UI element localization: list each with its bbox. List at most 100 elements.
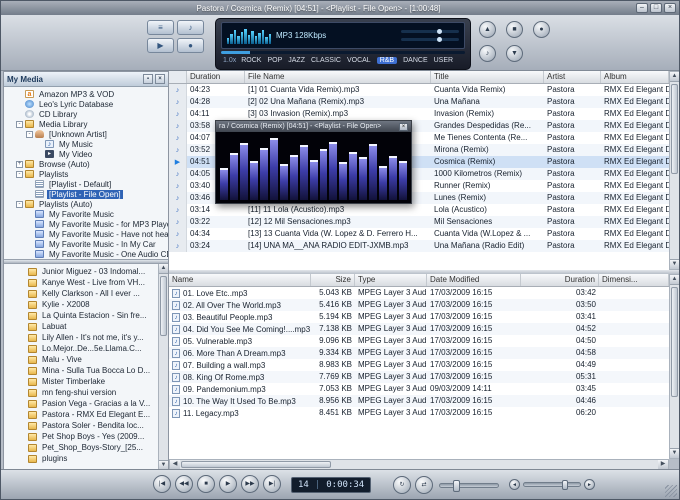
column-date-modified[interactable]: Date Modified — [427, 274, 521, 286]
eq-preset-button[interactable]: DANCE — [403, 57, 428, 64]
tree-item[interactable]: - Playlists (Auto) — [4, 199, 168, 209]
expander-icon[interactable]: + — [16, 161, 23, 168]
folder-item[interactable]: Pet Shop Boys - Yes (2009... — [4, 431, 168, 442]
column-album[interactable]: Album — [601, 71, 669, 83]
tree-item[interactable]: My Favorite Music - for MP3 Player (I ne… — [4, 219, 168, 229]
scroll-thumb[interactable] — [671, 84, 678, 174]
eq-preset-button[interactable]: VOCAL — [347, 57, 371, 64]
expander-icon[interactable]: - — [16, 171, 23, 178]
player-function-button[interactable]: ■ — [506, 21, 523, 38]
column-name[interactable]: Name — [169, 274, 311, 286]
toolbar-button[interactable]: ▶ — [147, 38, 174, 53]
toolbar-button[interactable]: ≡ — [147, 20, 174, 35]
folder-item[interactable]: Pasion Vega - Gracias a la V... — [4, 398, 168, 409]
eq-preset-button[interactable]: USER — [434, 57, 453, 64]
folder-item[interactable]: La Quinta Estacion - Sin fre... — [4, 310, 168, 321]
tree-item[interactable]: Amazon MP3 & VOD — [4, 89, 168, 99]
eq-preset-button[interactable]: ROCK — [241, 57, 261, 64]
toolbar-button[interactable]: ● — [177, 38, 204, 53]
scroll-down-arrow[interactable]: ▼ — [670, 448, 679, 458]
tree-item[interactable]: My Music — [4, 139, 168, 149]
folder-item[interactable]: Mister Timberlake — [4, 376, 168, 387]
folder-item[interactable]: Pastora - RMX Ed Elegant E... — [4, 409, 168, 420]
eq-preset-button[interactable]: CLASSIC — [311, 57, 341, 64]
scroll-thumb[interactable] — [671, 287, 678, 397]
folder-item[interactable]: Lo.Mejor..De...5e.Llama.C... — [4, 343, 168, 354]
scroll-right-arrow[interactable]: ▶ — [658, 460, 668, 469]
expander-icon[interactable]: - — [26, 131, 33, 138]
slider-thumb[interactable] — [453, 480, 460, 492]
transport-button[interactable]: ■ — [197, 475, 215, 493]
tree-item[interactable]: My Video — [4, 149, 168, 159]
maximize-button[interactable]: □ — [650, 3, 662, 13]
volume-slider[interactable] — [523, 482, 581, 487]
folder-item[interactable]: Malu - Vive — [4, 354, 168, 365]
repeat-button[interactable]: ↻ — [393, 476, 411, 494]
playlist-row[interactable]: 04:28 [2] 02 Una Mañana (Remix).mp3 Una … — [169, 96, 669, 108]
visualization-title-bar[interactable]: ra / Cosmica (Remix) [04:51] - <Playlist… — [216, 121, 411, 132]
volume-thumb[interactable] — [562, 480, 568, 490]
close-button[interactable]: × — [664, 3, 676, 13]
column-artist[interactable]: Artist — [544, 71, 601, 83]
scroll-left-arrow[interactable]: ◀ — [170, 460, 180, 469]
eq-preset-button[interactable]: JAZZ — [288, 57, 305, 64]
folder-item[interactable]: Junior Miguez - 03 Indomal... — [4, 266, 168, 277]
playlist-row[interactable]: 04:11 [3] 03 Invasion (Remix).mp3 Invasi… — [169, 108, 669, 120]
playlist-row[interactable]: 03:24 [14] UNA MA__ANA RADIO EDIT-JXMB.m… — [169, 240, 669, 252]
eq-preset-button[interactable]: POP — [267, 57, 282, 64]
folder-item[interactable]: Kylie - X2008 — [4, 299, 168, 310]
folder-item[interactable]: Labuat — [4, 321, 168, 332]
balance-slider[interactable] — [401, 30, 459, 33]
file-row[interactable]: ♪01. Love Etc..mp3 5.043 KB MPEG Layer 3… — [169, 287, 669, 299]
tree-item[interactable]: CD Library — [4, 109, 168, 119]
folder-item[interactable]: Kelly Clarkson - All I ever ... — [4, 288, 168, 299]
player-function-button[interactable]: ▼ — [506, 45, 523, 62]
transport-button[interactable]: ▶▶ — [241, 475, 259, 493]
tree-item[interactable]: [Playlist - File Open] — [4, 189, 168, 199]
position-slider[interactable] — [439, 483, 499, 488]
file-row[interactable]: ♪10. The Way It Used To Be.mp3 8.956 KB … — [169, 395, 669, 407]
column-duration[interactable]: Duration — [187, 71, 245, 83]
column-size[interactable]: Size — [311, 274, 355, 286]
volume-down-button[interactable]: ◄ — [509, 479, 520, 490]
visualization-window[interactable]: ra / Cosmica (Remix) [04:51] - <Playlist… — [215, 120, 412, 204]
column-file-name[interactable]: File Name — [245, 71, 431, 83]
tree-item[interactable]: - [Unknown Artist] — [4, 129, 168, 139]
resize-grip[interactable] — [665, 485, 677, 497]
scroll-up-arrow[interactable]: ▲ — [670, 275, 679, 285]
playlist-row[interactable]: 03:22 [12] 12 Mil Sensaciones.mp3 Mil Se… — [169, 216, 669, 228]
playlist-row[interactable]: 04:34 [13] 13 Cuanta Vida (W. Lopez & D.… — [169, 228, 669, 240]
file-row[interactable]: ♪08. King Of Rome.mp3 7.769 KB MPEG Laye… — [169, 371, 669, 383]
tree-item[interactable]: - Playlists — [4, 169, 168, 179]
seek-bar[interactable] — [221, 51, 465, 54]
close-icon[interactable]: × — [399, 123, 408, 131]
tree-item[interactable]: My Favorite Music - In My Car — [4, 239, 168, 249]
playlist-row[interactable]: 04:23 [1] 01 Cuanta Vida Remix).mp3 Cuan… — [169, 84, 669, 96]
expander-icon[interactable]: - — [16, 201, 23, 208]
tree-item[interactable]: + Browse (Auto) — [4, 159, 168, 169]
transport-button[interactable]: ▶| — [263, 475, 281, 493]
tree-item[interactable]: - Media Library — [4, 119, 168, 129]
column-dimension[interactable]: Dimensi... — [599, 274, 669, 286]
folder-item[interactable]: Pastora Soler - Bendita loc... — [4, 420, 168, 431]
shuffle-button[interactable]: ⇄ — [415, 476, 433, 494]
tree-item[interactable]: Leo's Lyric Database — [4, 99, 168, 109]
playlist-scrollbar[interactable]: ▲ ▼ — [669, 71, 680, 270]
panel-header-button[interactable]: ▪ — [143, 74, 153, 84]
file-row[interactable]: ♪03. Beautiful People.mp3 5.194 KB MPEG … — [169, 311, 669, 323]
file-row[interactable]: ♪11. Legacy.mp3 8.451 KB MPEG Layer 3 Au… — [169, 407, 669, 419]
tree-item[interactable]: My Favorite Music — [4, 209, 168, 219]
file-row[interactable]: ♪04. Did You See Me Coming!....mp3 7.138… — [169, 323, 669, 335]
file-row[interactable]: ♪05. Vulnerable.mp3 9.096 KB MPEG Layer … — [169, 335, 669, 347]
file-row[interactable]: ♪07. Building a wall.mp3 8.983 KB MPEG L… — [169, 359, 669, 371]
panel-header-button[interactable]: × — [155, 74, 165, 84]
scroll-up-arrow[interactable]: ▲ — [159, 264, 168, 274]
transport-button[interactable]: ▶ — [219, 475, 237, 493]
tree-item[interactable]: My Favorite Music - One Audio CD — [4, 249, 168, 259]
folder-item[interactable]: Lily Allen - It's not me, it's y... — [4, 332, 168, 343]
folder-item[interactable]: plugins — [4, 453, 168, 464]
eq-preset-button[interactable]: R&B — [377, 57, 397, 64]
file-row[interactable]: ♪09. Pandemonium.mp3 7.053 KB MPEG Layer… — [169, 383, 669, 395]
file-row[interactable]: ♪02. All Over The World.mp3 5.416 KB MPE… — [169, 299, 669, 311]
transport-button[interactable]: |◀ — [153, 475, 171, 493]
